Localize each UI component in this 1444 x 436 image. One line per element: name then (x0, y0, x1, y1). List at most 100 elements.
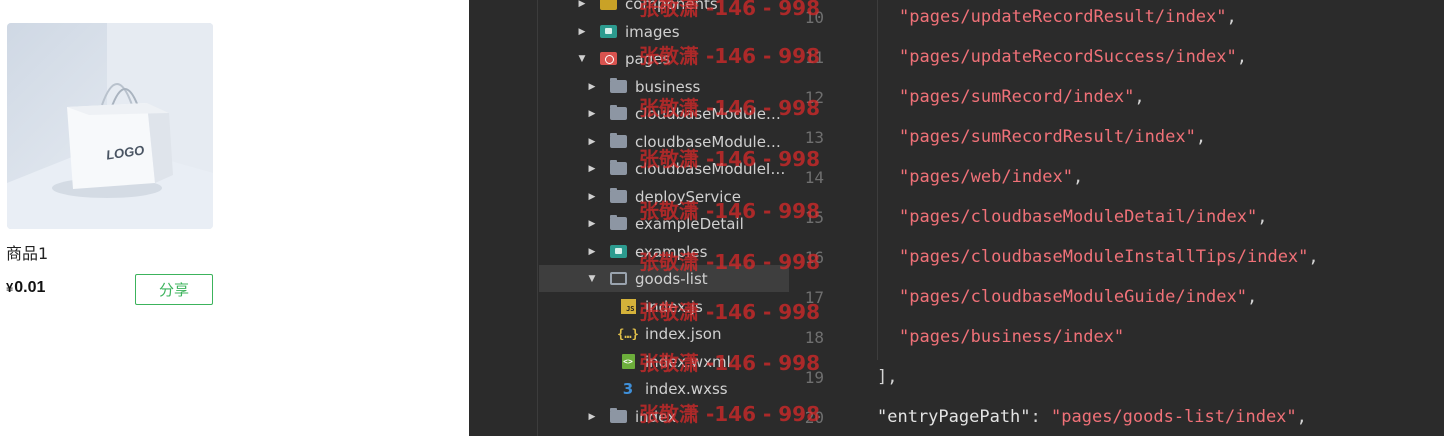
string-token: "pages/sumRecord/index" (899, 87, 1135, 107)
punctuation-token: , (1195, 127, 1207, 147)
tree-item-label: index.js (645, 297, 703, 316)
folder-icon (609, 215, 627, 231)
collapsed-arrow-icon[interactable]: ▶ (587, 164, 597, 174)
file-explorer: ▶ components ▶ images ▼ pages ▶ business… (539, 0, 789, 436)
tree-item-business[interactable]: ▶ business (539, 73, 789, 100)
tree-item-label: images (625, 22, 680, 41)
tree-item-label: cloudbaseModuleG... (635, 132, 789, 151)
collapsed-arrow-icon[interactable]: ▶ (587, 192, 597, 202)
tree-item-label: components (625, 0, 718, 13)
line-number: 14 (804, 168, 824, 187)
tree-item-label: exampleDetail (635, 214, 744, 233)
tree-item-cloudbase-module-install[interactable]: ▶ cloudbaseModuleIn... (539, 155, 789, 182)
code-line[interactable]: ], (877, 367, 897, 387)
tree-item-pages[interactable]: ▼ pages (539, 45, 789, 72)
collapsed-arrow-icon[interactable]: ▶ (577, 27, 587, 37)
code-line[interactable]: "pages/sumRecord/index", (899, 87, 1145, 107)
collapsed-arrow-icon[interactable]: ▶ (587, 109, 597, 119)
string-token: "pages/cloudbaseModuleGuide/index" (899, 287, 1247, 307)
collapsed-arrow-icon[interactable]: ▶ (587, 412, 597, 422)
tree-item-label: cloudbaseModuleIn... (635, 159, 789, 178)
code-line[interactable]: "pages/cloudbaseModuleInstallTips/index"… (899, 247, 1319, 267)
price-value: 0.01 (14, 279, 46, 296)
wxml-file-icon: <> (619, 354, 637, 369)
folder-icon (609, 408, 627, 424)
wxml-glyph: <> (621, 354, 635, 369)
tree-item-cloudbase-module-detail[interactable]: ▶ cloudbaseModuleD... (539, 100, 789, 127)
currency-symbol: ¥ (6, 280, 14, 295)
line-number: 20 (804, 408, 824, 427)
collapsed-arrow-icon[interactable]: ▶ (587, 247, 597, 257)
tree-item-label: index.json (645, 324, 722, 343)
code-line[interactable]: "pages/cloudbaseModuleDetail/index", (899, 207, 1267, 227)
collapsed-arrow-icon[interactable]: ▶ (587, 137, 597, 147)
tree-item-images[interactable]: ▶ images (539, 18, 789, 45)
tree-item-label: business (635, 77, 701, 96)
punctuation-token: , (1247, 287, 1258, 307)
punctuation-token: : (1030, 407, 1052, 427)
tree-item-index-wxml[interactable]: <> index.wxml (539, 348, 789, 375)
tree-item-cloudbase-module-guide[interactable]: ▶ cloudbaseModuleG... (539, 128, 789, 155)
tree-item-label: index.wxss (645, 379, 728, 398)
tree-item-index-js[interactable]: JS index.js (539, 293, 789, 320)
string-token: "pages/business/index" (899, 327, 1125, 347)
code-line[interactable]: "pages/cloudbaseModuleGuide/index", (899, 287, 1257, 307)
tree-item-examples[interactable]: ▶ examples (539, 238, 789, 265)
expanded-arrow-icon[interactable]: ▼ (587, 274, 597, 284)
product-image[interactable]: LOGO (7, 23, 213, 229)
ide-window: ▶ components ▶ images ▼ pages ▶ business… (469, 0, 1444, 436)
json-glyph: {…} (617, 326, 639, 341)
shopping-bag-image (7, 23, 213, 229)
string-token: "pages/sumRecordResult/index" (899, 127, 1196, 147)
punctuation-token: , (1257, 207, 1268, 227)
tree-item-goods-list[interactable]: ▼ goods-list (539, 265, 789, 292)
folder-icon (609, 188, 627, 204)
code-line[interactable]: "pages/updateRecordResult/index", (899, 7, 1237, 27)
tree-item-index-wxss[interactable]: 3 index.wxss (539, 375, 789, 402)
string-token: "pages/cloudbaseModuleInstallTips/index" (899, 247, 1309, 267)
punctuation-token: , (1134, 87, 1145, 107)
collapsed-arrow-icon[interactable]: ▶ (577, 0, 587, 9)
product-name: 商品1 (6, 244, 49, 263)
code-line[interactable]: "pages/updateRecordSuccess/index", (899, 47, 1247, 67)
css-glyph: 3 (622, 379, 634, 398)
wxss-file-icon: 3 (619, 379, 637, 398)
line-number: 12 (804, 88, 824, 107)
line-number: 13 (804, 128, 824, 147)
folder-icon (609, 133, 627, 149)
indent-guide (877, 0, 878, 360)
tree-item-label: examples (635, 242, 708, 261)
string-token: "pages/updateRecordResult/index" (899, 7, 1227, 27)
string-token: "pages/web/index" (899, 167, 1073, 187)
product-price: ¥0.01 (6, 279, 45, 297)
tree-item-deploy-service[interactable]: ▶ deployService (539, 183, 789, 210)
line-number: 11 (804, 48, 824, 67)
string-token: "pages/goods-list/index" (1051, 407, 1297, 427)
tree-item-label: index (635, 407, 677, 426)
code-editor[interactable]: 10 11 12 13 14 15 16 17 18 19 20 "pages/… (789, 0, 1444, 436)
tree-item-index-json[interactable]: {…} index.json (539, 320, 789, 347)
collapsed-arrow-icon[interactable]: ▶ (587, 82, 597, 92)
line-number: 10 (804, 8, 824, 27)
code-line[interactable]: "entryPagePath": "pages/goods-list/index… (877, 407, 1307, 427)
tree-item-index-folder[interactable]: ▶ index (539, 403, 789, 430)
tree-item-example-detail[interactable]: ▶ exampleDetail (539, 210, 789, 237)
js-file-icon: JS (619, 299, 637, 314)
line-number: 15 (804, 208, 824, 227)
share-button[interactable]: 分享 (135, 274, 213, 305)
line-number: 18 (804, 328, 824, 347)
expanded-arrow-icon[interactable]: ▼ (577, 54, 587, 64)
code-line[interactable]: "pages/sumRecordResult/index", (899, 127, 1206, 147)
code-line[interactable]: "pages/web/index", (899, 167, 1083, 187)
punctuation-token: ], (877, 367, 898, 387)
collapsed-arrow-icon[interactable]: ▶ (587, 219, 597, 229)
tree-item-components[interactable]: ▶ components (539, 0, 789, 17)
code-line[interactable]: "pages/business/index" (899, 327, 1124, 347)
tree-item-label: index.wxml (645, 352, 731, 371)
tree-item-label: goods-list (635, 269, 708, 288)
product-card: LOGO 商品1 ¥0.01 分享 (0, 0, 469, 436)
punctuation-token: , (1073, 167, 1084, 187)
punctuation-token: , (1296, 407, 1307, 427)
tree-item-label: cloudbaseModuleD... (635, 104, 789, 123)
folder-icon (609, 105, 627, 121)
